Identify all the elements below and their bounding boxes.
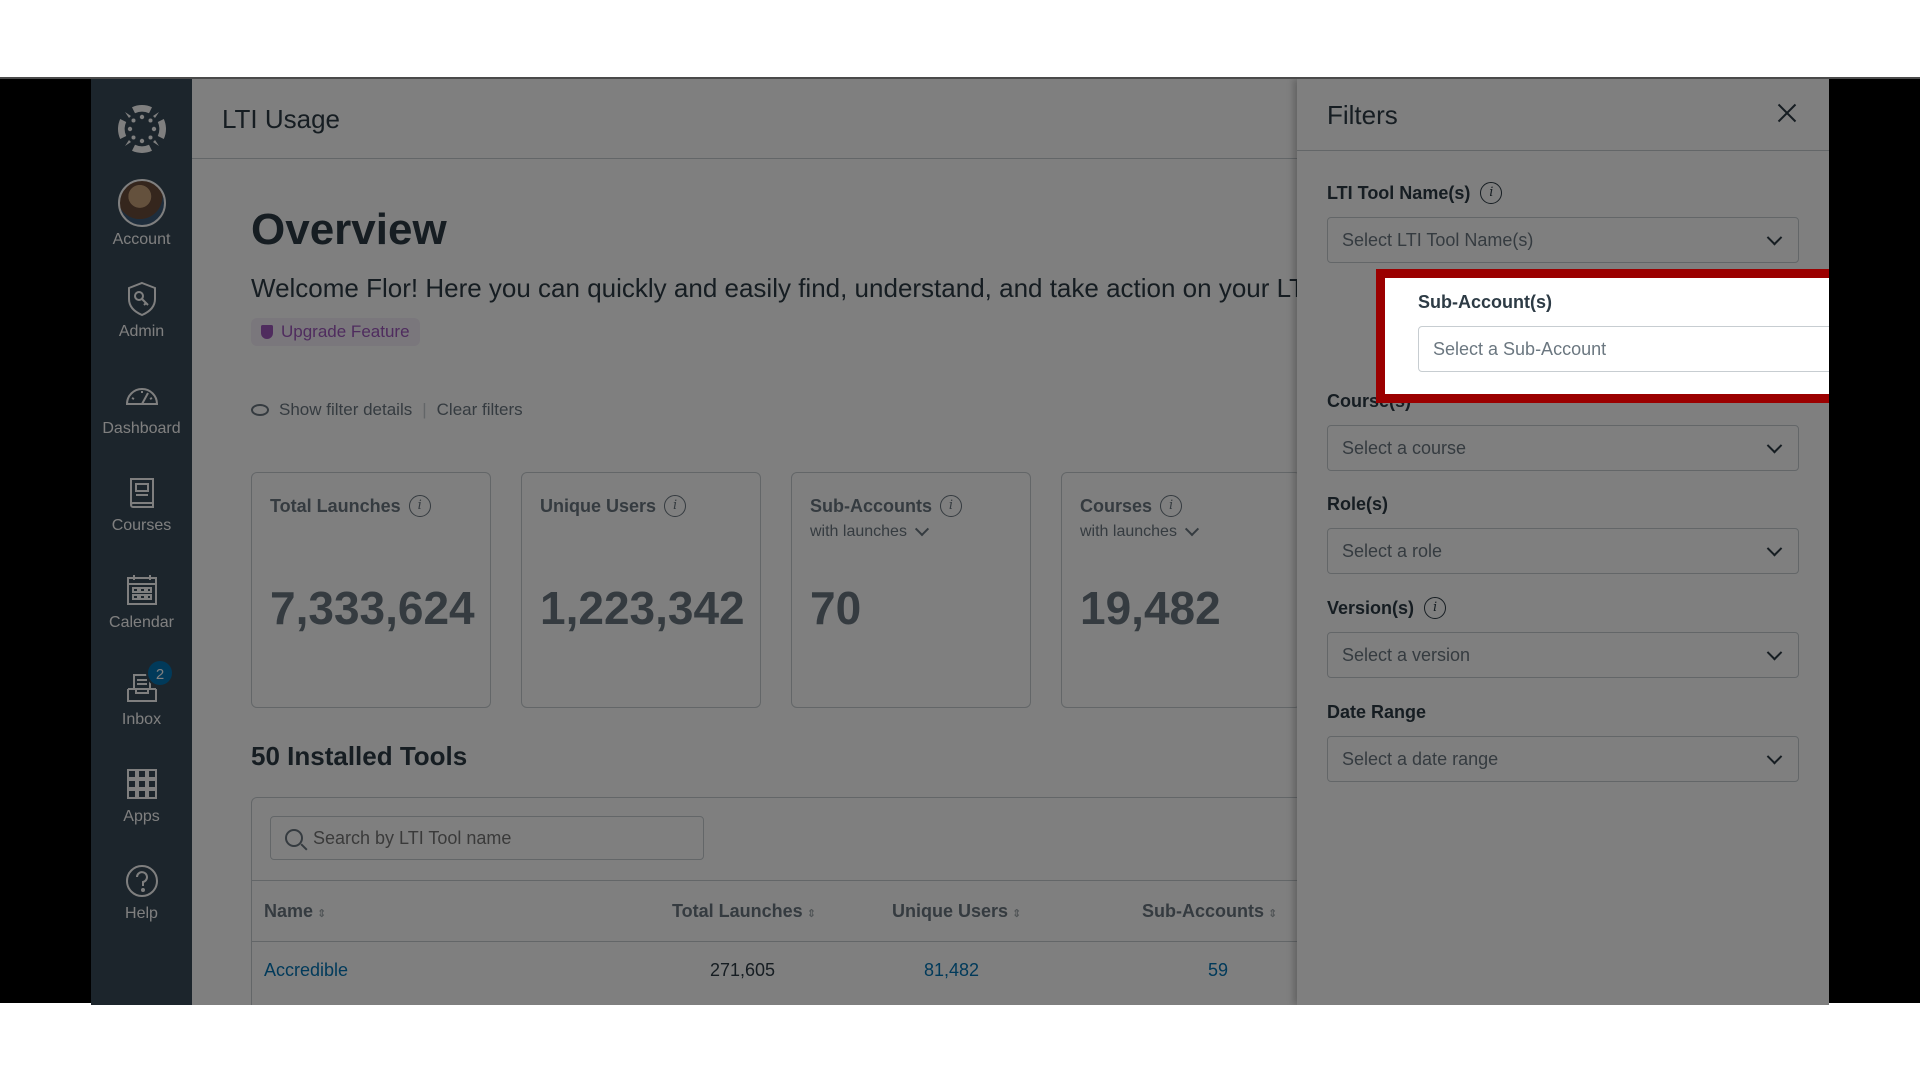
- close-icon[interactable]: [1775, 101, 1799, 125]
- select-placeholder: Select a version: [1342, 644, 1471, 665]
- chevron-down-icon: [1766, 644, 1783, 660]
- filter-date-range: Date Range Select a date range: [1327, 700, 1799, 782]
- course-select[interactable]: Select a course: [1327, 425, 1799, 471]
- filter-sub-accounts: Sub-Account(s) Select a Sub-Account: [1418, 290, 1829, 372]
- chevron-down-icon: [1766, 540, 1783, 556]
- sub-account-select[interactable]: Select a Sub-Account: [1418, 326, 1829, 372]
- select-placeholder: Select LTI Tool Name(s): [1342, 229, 1534, 250]
- chevron-down-icon: [1766, 748, 1783, 764]
- filter-roles: Role(s) Select a role: [1327, 492, 1799, 574]
- modal-overlay[interactable]: [91, 79, 1297, 1005]
- info-icon[interactable]: i: [1424, 597, 1447, 619]
- field-label: LTI Tool Name(s): [1327, 182, 1471, 203]
- highlight-box: Sub-Account(s) Select a Sub-Account: [1376, 269, 1829, 403]
- info-icon[interactable]: i: [1480, 182, 1503, 204]
- screen-frame: Account Admin Dashboard Courses Calendar…: [0, 77, 1920, 1005]
- field-label: Date Range: [1327, 701, 1427, 722]
- filters-title: Filters: [1327, 100, 1398, 130]
- version-select[interactable]: Select a version: [1327, 632, 1799, 678]
- select-placeholder: Select a date range: [1342, 748, 1499, 769]
- filter-versions: Version(s) i Select a version: [1327, 596, 1799, 678]
- field-label: Role(s): [1327, 493, 1389, 514]
- filter-lti-tool-names: LTI Tool Name(s) i Select LTI Tool Name(s…: [1327, 181, 1799, 263]
- filters-header: Filters: [1297, 79, 1829, 151]
- chevron-down-icon: [1766, 437, 1783, 453]
- field-label: Version(s): [1327, 597, 1415, 618]
- date-range-select[interactable]: Select a date range: [1327, 736, 1799, 782]
- field-label: Sub-Account(s): [1418, 291, 1552, 312]
- select-placeholder: Select a Sub-Account: [1433, 338, 1607, 359]
- app-window: Account Admin Dashboard Courses Calendar…: [91, 79, 1829, 1005]
- filters-panel: Filters LTI Tool Name(s) i Select LTI Too…: [1297, 79, 1829, 1005]
- select-placeholder: Select a course: [1342, 437, 1467, 458]
- select-placeholder: Select a role: [1342, 540, 1443, 561]
- role-select[interactable]: Select a role: [1327, 528, 1799, 574]
- chevron-down-icon: [1766, 229, 1783, 245]
- lti-tool-select[interactable]: Select LTI Tool Name(s): [1327, 217, 1799, 263]
